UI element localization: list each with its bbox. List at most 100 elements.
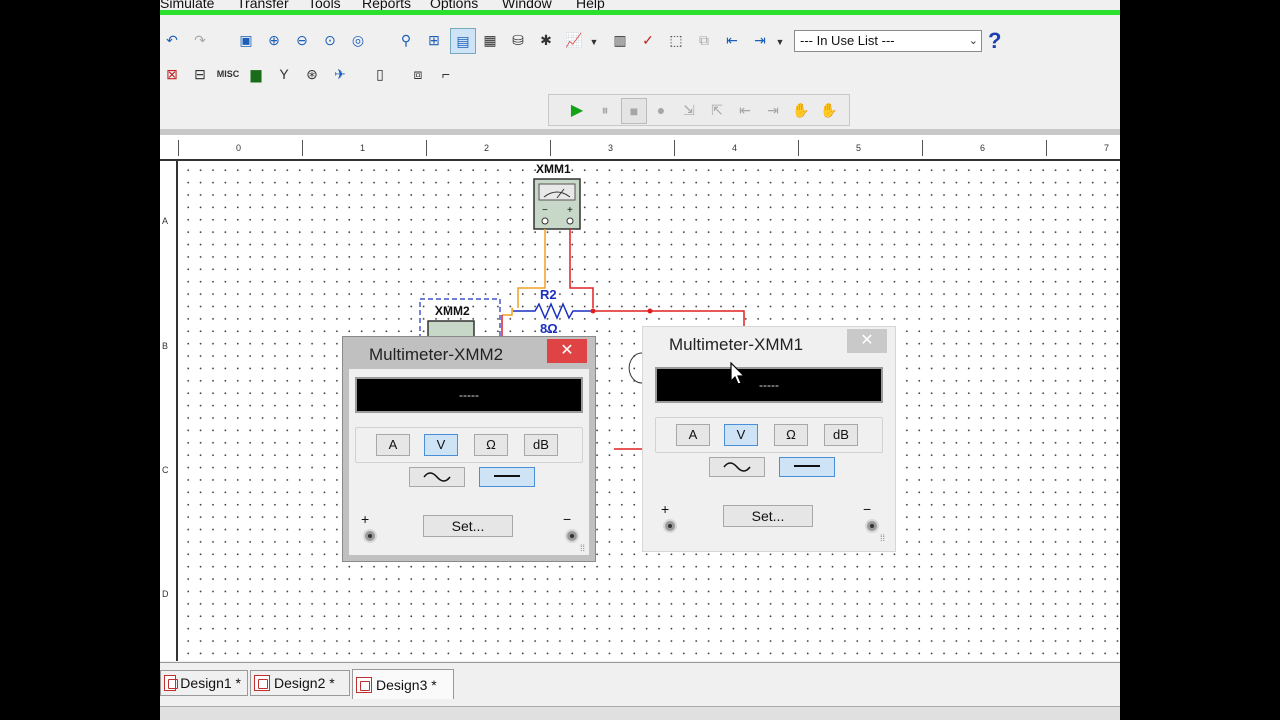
in-use-list-select[interactable]: --- In Use List --- ⌄ [794,30,982,52]
select-area-icon[interactable]: ⬚ [664,28,688,52]
zoom-out-icon[interactable]: ⊖ [290,28,314,52]
zoom-area-icon[interactable]: ⊙ [318,28,342,52]
ruler-tick: A [162,216,169,226]
multimeter-xmm2-window[interactable]: Multimeter-XMM2 ✕ ----- A V Ω dB + − Set… [342,336,596,562]
ammeter-mode-button[interactable]: A [676,424,710,446]
run-icon[interactable]: ▶ [565,98,589,122]
place-bus-icon[interactable]: ▯ [368,62,392,86]
step-into-icon[interactable]: ⇲ [677,98,701,122]
r2-value: 8Ω [540,321,558,336]
set-button[interactable]: Set... [423,515,513,537]
ruler-tick: 6 [980,143,986,153]
copy-icon[interactable]: ⧉ [692,28,716,52]
ruler-tick: 5 [856,143,862,153]
close-button[interactable]: ✕ [847,329,887,353]
pause-at-next-icon[interactable]: ● [649,98,673,122]
menu-reports[interactable]: Reports [362,0,411,10]
annotate-dropdown-icon[interactable]: ▼ [774,30,786,54]
source-icon[interactable]: ⊠ [160,62,184,86]
svg-text:−: − [542,205,548,216]
menu-tools[interactable]: Tools [308,0,341,10]
ohmmeter-mode-button[interactable]: Ω [774,424,808,446]
ruler-tick: 2 [484,143,490,153]
voltmeter-mode-button[interactable]: V [724,424,758,446]
wire[interactable] [569,229,594,308]
design-toolbox-icon[interactable]: ▤ [450,28,476,54]
multimeter-panel: ----- A V Ω dB + − Set... ⁞⁞ [649,359,889,545]
component-toolbar: ⊠ ⊟ MISC ▆ Y ⊛ ✈ ▯ ⧈ ⌐ [160,62,480,90]
r2-resistor[interactable] [513,302,593,320]
window-title: Multimeter-XMM2 [369,345,504,364]
xmm1-label: XMM1 [536,162,571,176]
multisim-window: Simulate Transfer Tools Reports Options … [160,0,1120,720]
grid-icon[interactable]: ▦ [478,28,502,52]
tab-design1[interactable]: Design1 * [160,670,248,696]
redo-icon[interactable]: ↷ [188,28,212,52]
erc-icon[interactable]: ✓ [636,28,660,52]
ruler-tick: 3 [608,143,614,153]
back-annotate-icon[interactable]: ⇤ [720,28,744,52]
hierarchical-block-icon[interactable]: ⧈ [406,62,430,86]
resize-grip-icon[interactable]: ⁞⁞ [880,533,885,543]
menu-simulate[interactable]: Simulate [160,0,214,10]
undo-icon[interactable]: ↶ [160,28,184,52]
tab-label: Design2 * [274,675,335,691]
place-wire-icon[interactable]: ⌐ [434,62,458,86]
grapher-dropdown-icon[interactable]: ▼ [588,30,600,54]
database-icon[interactable]: ⛁ [506,28,530,52]
wire[interactable] [593,310,745,327]
electromechanical-icon[interactable]: ⊛ [300,62,324,86]
voltmeter-mode-button[interactable]: V [424,434,458,456]
menu-help[interactable]: Help [576,0,605,10]
help-icon[interactable]: ? [988,28,1001,54]
misc-icon[interactable]: MISC [216,62,240,86]
tab-design3[interactable]: Design3 * [352,669,454,699]
negative-terminal[interactable] [565,529,579,543]
forward-annotate-icon[interactable]: ⇥ [748,28,772,52]
tab-design2[interactable]: Design2 * [250,670,350,696]
sine-wave-icon [723,462,751,472]
resize-grip-icon[interactable]: ⁞⁞ [580,543,585,553]
ac-mode-button[interactable] [709,457,765,477]
zoom-fit-icon[interactable]: ◎ [346,28,370,52]
grapher-icon[interactable]: 📈 [562,28,586,52]
full-screen-icon[interactable]: ▣ [234,28,258,52]
toggle-breakpoint-icon[interactable]: ✋ [789,98,813,122]
advanced-peripheral-icon[interactable]: ✈ [328,62,352,86]
positive-terminal[interactable] [363,529,377,543]
set-button[interactable]: Set... [723,505,813,527]
stop-icon[interactable]: ■ [621,98,647,124]
search-icon[interactable]: ⚲ [394,28,418,52]
antenna-icon[interactable]: Y [272,62,296,86]
zoom-in-icon[interactable]: ⊕ [262,28,286,52]
negative-terminal[interactable] [865,519,879,533]
step-over-icon[interactable]: ⇱ [705,98,729,122]
dc-mode-button[interactable] [479,467,535,487]
calculator-icon[interactable]: ▥ [608,28,632,52]
spreadsheet-view-icon[interactable]: ⊞ [422,28,446,52]
ammeter-mode-button[interactable]: A [376,434,410,456]
basic-component-icon[interactable]: ⊟ [188,62,212,86]
pause-icon[interactable]: ⏸ [593,98,617,122]
xmm1-symbol[interactable]: − + [533,178,581,230]
schematic-icon [254,675,270,691]
indicator-icon[interactable]: ▆ [244,62,268,86]
menu-transfer[interactable]: Transfer [237,0,289,10]
multimeter-xmm1-window[interactable]: Multimeter-XMM1 ✕ ----- A V Ω dB + − Set… [642,326,896,552]
menu-options[interactable]: Options [430,0,478,10]
ruler-tick: B [162,341,169,351]
step-out-icon[interactable]: ⇤ [733,98,757,122]
decibel-mode-button[interactable]: dB [824,424,858,446]
decibel-mode-button[interactable]: dB [524,434,558,456]
dc-mode-button[interactable] [779,457,835,477]
component-wizard-icon[interactable]: ✱ [534,28,558,52]
run-to-cursor-icon[interactable]: ⇥ [761,98,785,122]
positive-terminal[interactable] [663,519,677,533]
positive-terminal-label: + [361,511,370,527]
positive-terminal-label: + [661,501,670,517]
remove-breakpoints-icon[interactable]: ✋ [817,98,841,122]
menu-window[interactable]: Window [502,0,552,10]
close-button[interactable]: ✕ [547,339,587,363]
ac-mode-button[interactable] [409,467,465,487]
ohmmeter-mode-button[interactable]: Ω [474,434,508,456]
